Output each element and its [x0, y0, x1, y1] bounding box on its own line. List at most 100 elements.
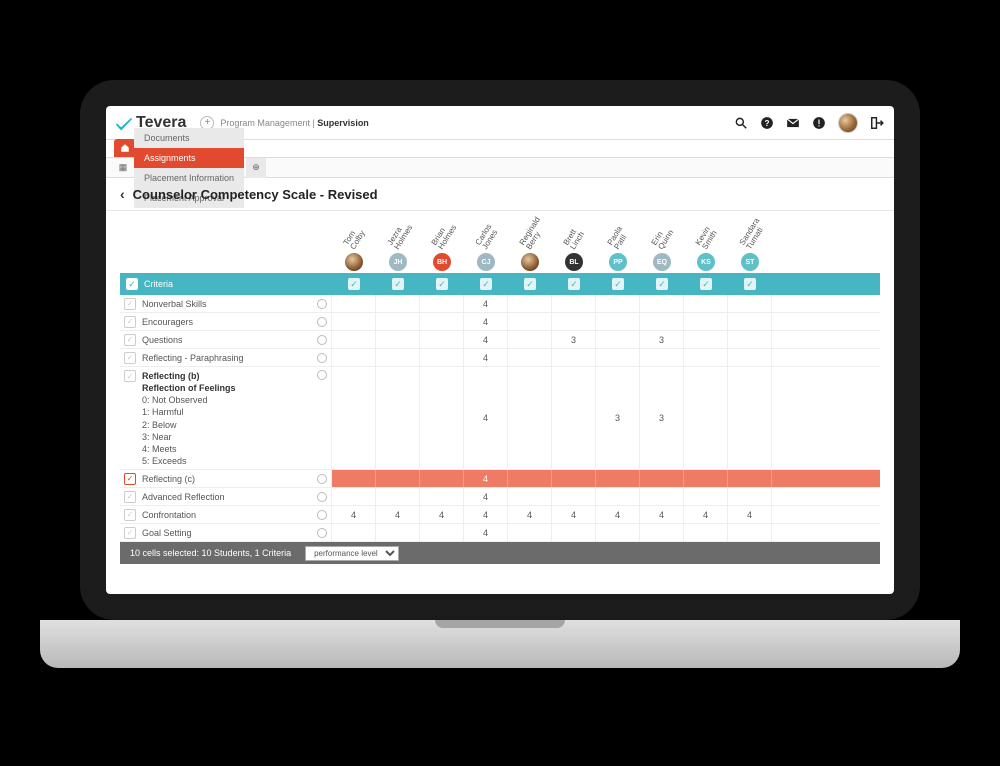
score-cell[interactable] [376, 331, 420, 348]
score-cell[interactable] [508, 295, 552, 312]
score-cell[interactable] [376, 470, 420, 487]
score-cell[interactable] [552, 470, 596, 487]
alert-icon[interactable] [812, 116, 826, 130]
score-cell[interactable] [420, 367, 464, 469]
history-icon[interactable] [317, 299, 327, 309]
score-cell[interactable] [420, 295, 464, 312]
student-select-checkbox[interactable]: ✓ [552, 278, 596, 290]
score-cell[interactable] [684, 524, 728, 541]
score-cell[interactable]: 4 [464, 313, 508, 330]
score-cell[interactable] [332, 331, 376, 348]
score-cell[interactable] [640, 313, 684, 330]
score-cell[interactable] [640, 488, 684, 505]
criteria-checkbox[interactable]: ✓ [124, 352, 136, 364]
student-col-cj[interactable]: CarlosJonesCJ [464, 253, 508, 273]
grid-icon[interactable]: ▦ [114, 162, 132, 173]
score-cell[interactable]: 3 [552, 331, 596, 348]
tab-documents[interactable]: Documents [134, 128, 244, 148]
score-cell[interactable] [596, 524, 640, 541]
score-cell[interactable]: 4 [464, 470, 508, 487]
score-cell[interactable] [552, 349, 596, 366]
score-cell[interactable]: 4 [552, 506, 596, 523]
score-cell[interactable]: 4 [464, 488, 508, 505]
tab-assignments[interactable]: Assignments [134, 148, 244, 168]
score-cell[interactable] [640, 295, 684, 312]
score-cell[interactable]: 4 [464, 367, 508, 469]
student-select-checkbox[interactable]: ✓ [728, 278, 772, 290]
student-col-tc[interactable]: TomColby [332, 253, 376, 273]
score-cell[interactable] [552, 313, 596, 330]
score-cell[interactable] [640, 524, 684, 541]
score-cell[interactable] [376, 349, 420, 366]
score-cell[interactable]: 4 [464, 331, 508, 348]
score-cell[interactable] [684, 470, 728, 487]
score-cell[interactable] [640, 470, 684, 487]
score-cell[interactable] [376, 524, 420, 541]
student-col-jh[interactable]: JezraHolmesJH [376, 253, 420, 273]
mail-icon[interactable] [786, 116, 800, 130]
score-cell[interactable] [420, 488, 464, 505]
score-cell[interactable] [728, 313, 772, 330]
score-cell[interactable]: 4 [420, 506, 464, 523]
score-cell[interactable] [508, 367, 552, 469]
student-select-checkbox[interactable]: ✓ [640, 278, 684, 290]
score-cell[interactable] [684, 331, 728, 348]
score-cell[interactable] [728, 470, 772, 487]
score-cell[interactable]: 4 [684, 506, 728, 523]
student-select-checkbox[interactable]: ✓ [508, 278, 552, 290]
score-cell[interactable] [552, 295, 596, 312]
criteria-checkbox[interactable]: ✓ [124, 527, 136, 539]
score-cell[interactable] [640, 349, 684, 366]
history-icon[interactable] [317, 353, 327, 363]
score-cell[interactable] [684, 367, 728, 469]
student-select-checkbox[interactable]: ✓ [376, 278, 420, 290]
student-select-checkbox[interactable]: ✓ [684, 278, 728, 290]
select-all-checkbox[interactable]: ✓ [126, 278, 138, 290]
score-cell[interactable]: 4 [332, 506, 376, 523]
score-cell[interactable]: 3 [640, 367, 684, 469]
history-icon[interactable] [317, 474, 327, 484]
criteria-checkbox[interactable]: ✓ [124, 473, 136, 485]
history-icon[interactable] [317, 335, 327, 345]
score-cell[interactable] [376, 295, 420, 312]
score-cell[interactable]: 4 [464, 524, 508, 541]
score-cell[interactable] [376, 367, 420, 469]
score-cell[interactable]: 3 [640, 331, 684, 348]
student-col-eq[interactable]: ErinQuinnEQ [640, 253, 684, 273]
score-cell[interactable]: 4 [728, 506, 772, 523]
score-cell[interactable] [332, 524, 376, 541]
score-cell[interactable] [596, 295, 640, 312]
score-cell[interactable] [420, 349, 464, 366]
score-cell[interactable] [332, 488, 376, 505]
score-cell[interactable] [684, 488, 728, 505]
history-icon[interactable] [317, 370, 327, 380]
history-icon[interactable] [317, 492, 327, 502]
score-cell[interactable] [508, 524, 552, 541]
criteria-checkbox[interactable]: ✓ [124, 370, 136, 382]
performance-level-select[interactable]: performance level [305, 546, 399, 561]
score-cell[interactable]: 3 [596, 367, 640, 469]
criteria-checkbox[interactable]: ✓ [124, 316, 136, 328]
criteria-checkbox[interactable]: ✓ [124, 334, 136, 346]
student-select-checkbox[interactable]: ✓ [464, 278, 508, 290]
score-cell[interactable]: 4 [464, 349, 508, 366]
score-cell[interactable] [376, 488, 420, 505]
back-chevron-icon[interactable]: ‹ [120, 186, 125, 202]
score-cell[interactable] [508, 488, 552, 505]
score-cell[interactable] [508, 313, 552, 330]
score-cell[interactable] [728, 295, 772, 312]
search-icon[interactable] [734, 116, 748, 130]
score-cell[interactable] [420, 331, 464, 348]
student-select-checkbox[interactable]: ✓ [332, 278, 376, 290]
criteria-checkbox[interactable]: ✓ [124, 509, 136, 521]
history-icon[interactable] [317, 528, 327, 538]
score-cell[interactable]: 4 [464, 295, 508, 312]
score-cell[interactable] [728, 524, 772, 541]
score-cell[interactable] [508, 331, 552, 348]
score-cell[interactable]: 4 [464, 506, 508, 523]
score-cell[interactable]: 4 [376, 506, 420, 523]
student-col-st[interactable]: SandaraTumatiST [728, 253, 772, 273]
score-cell[interactable] [552, 524, 596, 541]
score-cell[interactable] [684, 313, 728, 330]
score-cell[interactable] [728, 331, 772, 348]
